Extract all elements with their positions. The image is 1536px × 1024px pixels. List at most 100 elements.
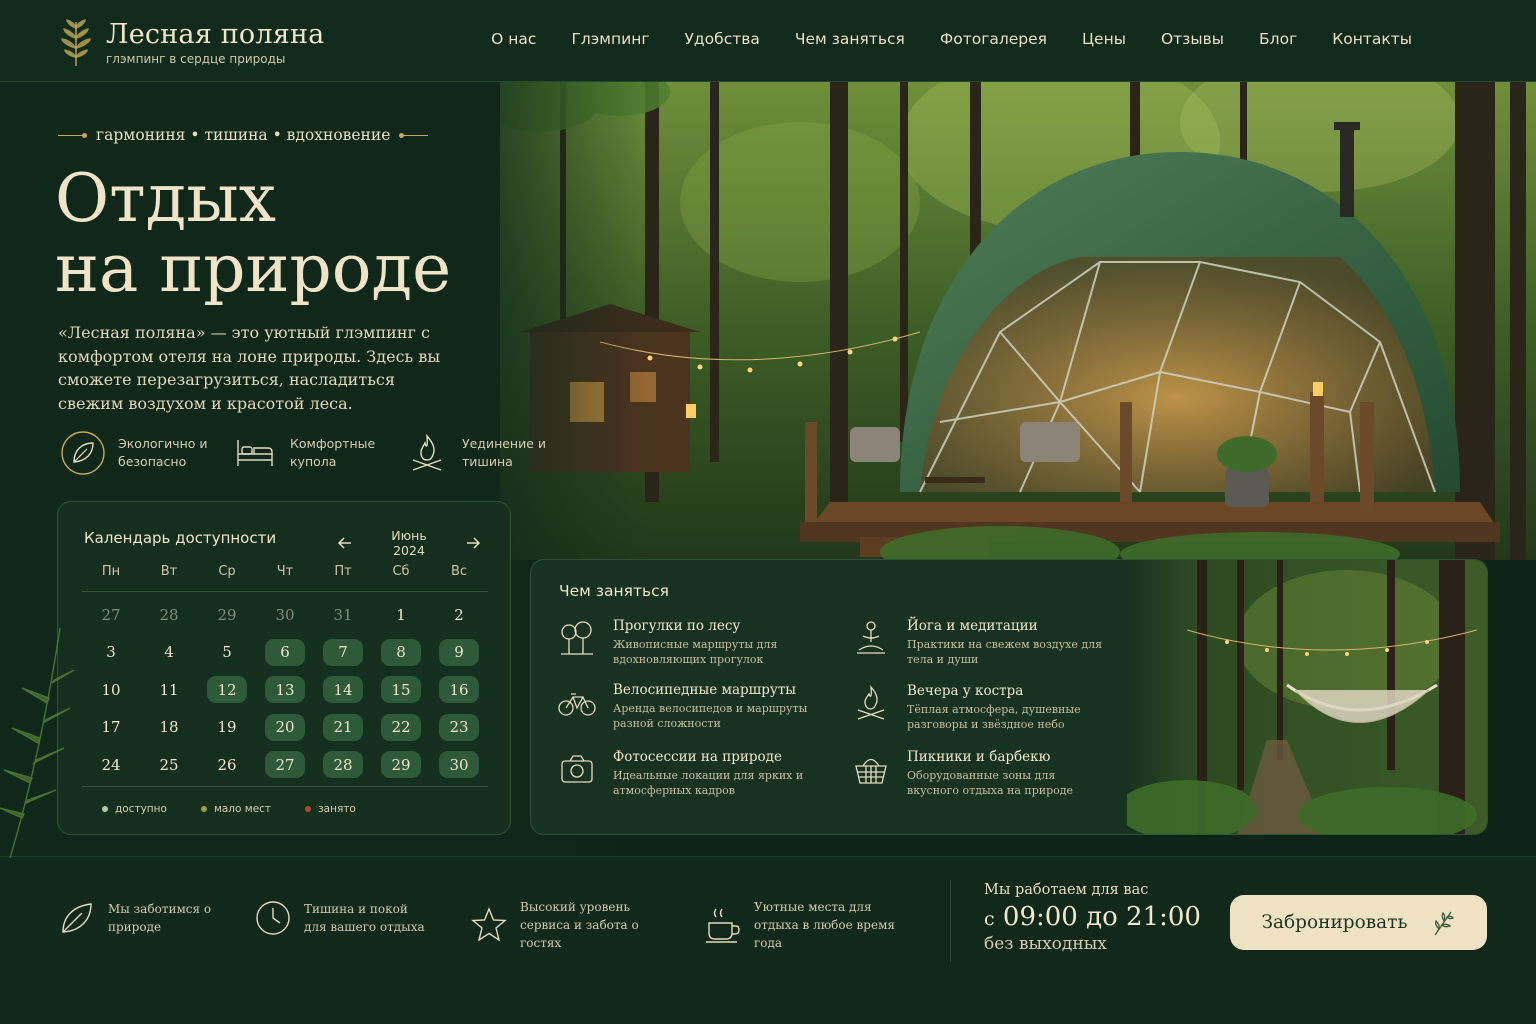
perk-text: Тишина и покой для вашего отдыха (304, 902, 425, 934)
calendar-day[interactable]: 3 (82, 634, 140, 672)
calendar-day-number: 31 (333, 605, 353, 624)
sprig-icon (1433, 911, 1454, 935)
cup-icon (706, 908, 740, 943)
brand-name: Лесная поляна (106, 18, 325, 50)
strip-divider (950, 880, 951, 962)
calendar-day[interactable]: 24 (82, 746, 140, 784)
calendar-day-number: 11 (159, 680, 179, 699)
calendar-day-number: 15 (381, 676, 421, 704)
calendar-day[interactable]: 11 (140, 671, 198, 709)
activity-desc: Оборудованные зоны для вкусного отдыха н… (907, 769, 1074, 797)
calendar-day[interactable]: 15 (372, 671, 430, 709)
calendar-day[interactable]: 5 (198, 634, 256, 672)
weekday-fri: Пт (334, 564, 352, 579)
hero-title: Отдых на природе (55, 164, 451, 304)
calendar-day[interactable]: 22 (372, 709, 430, 747)
calendar-day[interactable]: 28 (314, 746, 372, 784)
activity-photoshoots[interactable]: Фотосессии на природе Идеальные локации … (557, 749, 813, 798)
nav-item-blog[interactable]: Блог (1259, 30, 1297, 48)
calendar-day[interactable]: 21 (314, 709, 372, 747)
hours-time: 09:00 до 21:00 (1002, 902, 1201, 932)
calendar-day[interactable]: 26 (198, 746, 256, 784)
calendar-divider (82, 786, 488, 787)
nav-item-glamping[interactable]: Глэмпинг (571, 30, 649, 48)
arrow-left-icon[interactable] (336, 534, 354, 552)
hero-tagline: гармониня • тишина • вдохновение (58, 126, 429, 144)
calendar-day-number: 7 (323, 638, 363, 666)
calendar-day[interactable]: 1 (372, 596, 430, 634)
activity-desc: Тёплая атмосфера, душевные разговоры и з… (907, 703, 1081, 731)
hours-range: с 09:00 до 21:00 (984, 902, 1201, 932)
feature-comfort-label: Комфортные купола (290, 436, 376, 469)
calendar-day[interactable]: 6 (256, 634, 314, 672)
calendar-day[interactable]: 27 (256, 746, 314, 784)
hours-label: Мы работаем для вас (984, 882, 1149, 898)
hero-tagline-text: гармониня • тишина • вдохновение (96, 126, 391, 144)
calendar-day[interactable]: 10 (82, 671, 140, 709)
hours-prefix: с (984, 908, 995, 930)
bed-icon (237, 440, 273, 466)
nav-item-amenities[interactable]: Удобства (684, 30, 759, 48)
calendar-day[interactable]: 2 (430, 596, 488, 634)
branch-logo-icon (61, 19, 91, 66)
weekday-sun: Вс (450, 564, 468, 579)
arrow-right-icon[interactable] (464, 534, 482, 552)
calendar-day[interactable]: 4 (140, 634, 198, 672)
calendar-days: 27 28 29 30 31 1 2 3 4 5 6 7 8 9 10 11 12 13 14 15 16 17 18 19 2… (82, 596, 488, 784)
calendar-day[interactable]: 18 (140, 709, 198, 747)
calendar-day: 29 (198, 596, 256, 634)
site-header: Лесная поляна глэмпинг в сердце природы … (0, 0, 1536, 82)
calendar-day[interactable]: 7 (314, 634, 372, 672)
calendar-day-number: 29 (381, 751, 421, 779)
activity-bike-routes[interactable]: Велосипедные маршруты Аренда велосипедов… (557, 682, 813, 731)
nav-item-reviews[interactable]: Отзывы (1161, 30, 1224, 48)
activity-picnic[interactable]: Пикники и барбекю Оборудованные зоны для… (851, 749, 1107, 798)
calendar-day[interactable]: 23 (430, 709, 488, 747)
nav-item-contacts[interactable]: Контакты (1332, 30, 1412, 48)
legend-dot-booked (305, 806, 312, 812)
availability-calendar: Календарь доступности Июнь 2024 Пн Вт Ср… (57, 501, 511, 835)
nav-item-gallery[interactable]: Фотогалерея (940, 30, 1047, 48)
activity-name: Пикники и барбекю (907, 749, 1051, 765)
campfire-icon (412, 433, 442, 471)
nav-item-prices[interactable]: Цены (1082, 30, 1126, 48)
hero-dome-photo (500, 82, 1536, 560)
calendar-day[interactable]: 20 (256, 709, 314, 747)
weekday-sat: Сб (392, 564, 410, 579)
calendar-day[interactable]: 29 (372, 746, 430, 784)
calendar-day[interactable]: 13 (256, 671, 314, 709)
calendar-day-number: 16 (439, 676, 479, 704)
legend-available-label: доступно (115, 803, 167, 815)
perk-quiet: Тишина и покой для вашего отдыха (254, 898, 434, 938)
calendar-title: Календарь доступности (84, 529, 277, 547)
calendar-day: 31 (314, 596, 372, 634)
nav-item-activities[interactable]: Чем заняться (795, 30, 905, 48)
calendar-day[interactable]: 9 (430, 634, 488, 672)
activity-yoga[interactable]: Йога и медитации Практики на свежем возд… (851, 618, 1107, 667)
calendar-day[interactable]: 19 (198, 709, 256, 747)
calendar-day[interactable]: 14 (314, 671, 372, 709)
book-button[interactable]: Забронировать (1230, 895, 1487, 950)
calendar-day[interactable]: 30 (430, 746, 488, 784)
feature-eco: Экологично и безопасно (60, 430, 210, 476)
feature-solitude: Уединение и тишина (404, 430, 554, 476)
hours-note: без выходных (984, 934, 1107, 954)
weekday-tue: Вт (160, 564, 178, 579)
activity-forest-walks[interactable]: Прогулки по лесу Живописные маршруты для… (557, 618, 813, 667)
calendar-day[interactable]: 25 (140, 746, 198, 784)
trees-icon (561, 621, 593, 655)
calendar-day[interactable]: 17 (82, 709, 140, 747)
calendar-day[interactable]: 12 (198, 671, 256, 709)
campfire-icon (857, 685, 885, 720)
calendar-day[interactable]: 16 (430, 671, 488, 709)
hero-title-line2: на природе (55, 230, 452, 307)
calendar-day: 27 (82, 596, 140, 634)
calendar-grid: Пн Вт Ср Чт Пт Сб Вс 27 28 29 30 31 1 2 3 4 5 6 7 8 9… (82, 564, 488, 784)
activity-campfire[interactable]: Вечера у костра Тёплая атмосфера, душевн… (851, 683, 1107, 732)
activities-panel: Чем заняться Прогулки по лесу Живописные… (530, 559, 1488, 835)
calendar-day-number: 23 (439, 713, 479, 741)
nav-item-about[interactable]: О нас (491, 30, 536, 48)
calendar-day[interactable]: 8 (372, 634, 430, 672)
logo[interactable]: Лесная поляна глэмпинг в сердце природы (58, 16, 324, 68)
perk-text: Высокий уровень сервиса и забота о гостя… (520, 900, 639, 950)
